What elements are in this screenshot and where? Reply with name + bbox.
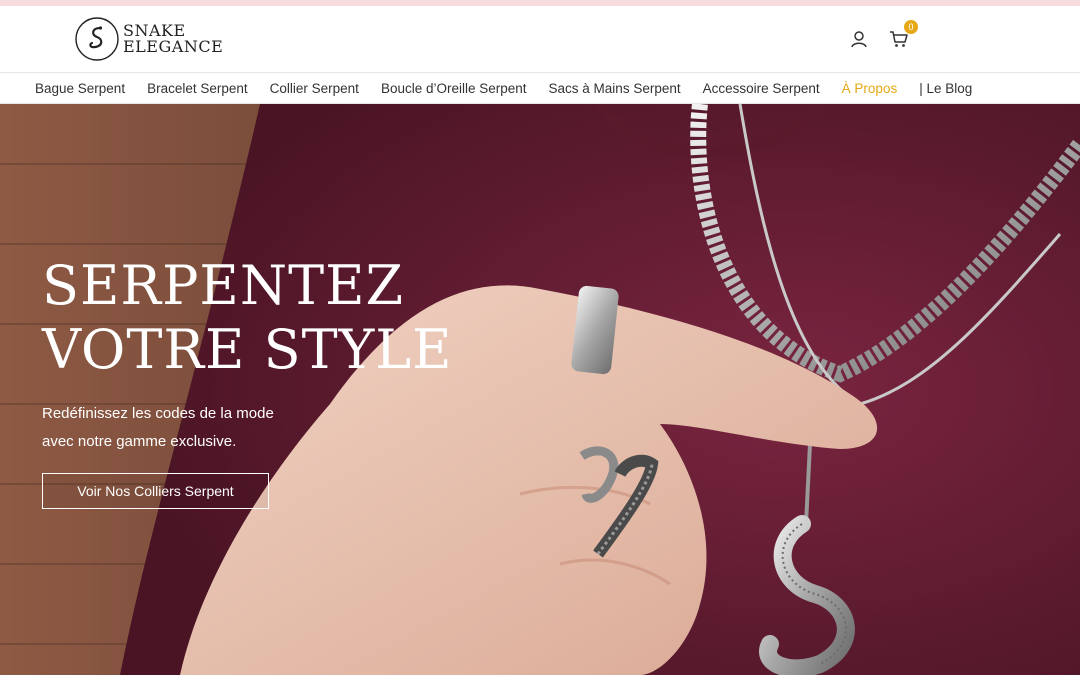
hero-subtitle-line2: avec notre gamme exclusive. bbox=[42, 433, 237, 450]
brand-name-line2: ELEGANCE bbox=[123, 37, 224, 56]
nav-item-bague-serpent[interactable]: Bague Serpent bbox=[35, 81, 125, 96]
nav-item-sacs-mains-serpent[interactable]: Sacs à Mains Serpent bbox=[549, 81, 681, 96]
cart-button[interactable]: 0 bbox=[888, 20, 918, 50]
hero-title-line2: VOTRE STYLE bbox=[42, 318, 453, 381]
header-actions: 0 bbox=[848, 20, 918, 50]
nav-item-le-blog[interactable]: | Le Blog bbox=[919, 81, 972, 96]
cart-count-badge: 0 bbox=[904, 20, 918, 34]
brand-name: SNAKE ELEGANCE bbox=[123, 23, 223, 55]
hero-title-line1: SERPENTEZ bbox=[42, 254, 405, 317]
brand-logo[interactable]: SNAKE ELEGANCE bbox=[74, 16, 223, 62]
hero-subtitle: Redéfinissez les codes de la mode avec n… bbox=[42, 400, 342, 456]
user-icon bbox=[851, 31, 867, 48]
nav-item-collier-serpent[interactable]: Collier Serpent bbox=[270, 81, 359, 96]
main-navigation: Bague Serpent Bracelet Serpent Collier S… bbox=[0, 72, 1080, 104]
hero-title: SERPENTEZ VOTRE STYLE bbox=[42, 254, 453, 382]
nav-item-boucle-oreille-serpent[interactable]: Boucle d’Oreille Serpent bbox=[381, 81, 527, 96]
account-button[interactable] bbox=[848, 28, 870, 50]
site-header: SNAKE ELEGANCE 0 bbox=[0, 6, 1080, 72]
hero-background-photo bbox=[0, 104, 1080, 675]
nav-item-bracelet-serpent[interactable]: Bracelet Serpent bbox=[147, 81, 248, 96]
cta-button-voir-colliers[interactable]: Voir Nos Colliers Serpent bbox=[42, 473, 269, 509]
hero-banner: SERPENTEZ VOTRE STYLE Redéfinissez les c… bbox=[0, 104, 1080, 675]
nav-item-accessoire-serpent[interactable]: Accessoire Serpent bbox=[703, 81, 820, 96]
hero-subtitle-line1: Redéfinissez les codes de la mode bbox=[42, 405, 274, 422]
snake-logo-icon bbox=[75, 17, 119, 61]
nav-item-a-propos[interactable]: À Propos bbox=[842, 81, 898, 96]
